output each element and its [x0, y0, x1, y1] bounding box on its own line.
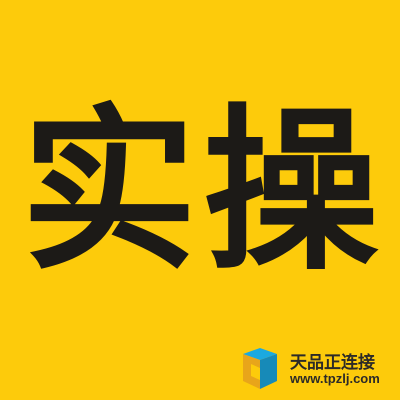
- headline: 实 操: [0, 92, 400, 292]
- watermark-text: 天品正连接 www.tpzlj.com: [290, 352, 380, 387]
- headline-char-1: 实: [20, 89, 197, 294]
- poster-canvas: 实 操 天品正连接 www.tpzlj.com: [0, 0, 400, 400]
- logo-right-face: [260, 354, 277, 389]
- headline-char-2: 操: [203, 89, 380, 294]
- brand-logo-icon: [243, 348, 277, 389]
- brand-url: www.tpzlj.com: [290, 371, 380, 387]
- watermark: 天品正连接 www.tpzlj.com: [236, 343, 400, 397]
- brand-name: 天品正连接: [290, 352, 375, 373]
